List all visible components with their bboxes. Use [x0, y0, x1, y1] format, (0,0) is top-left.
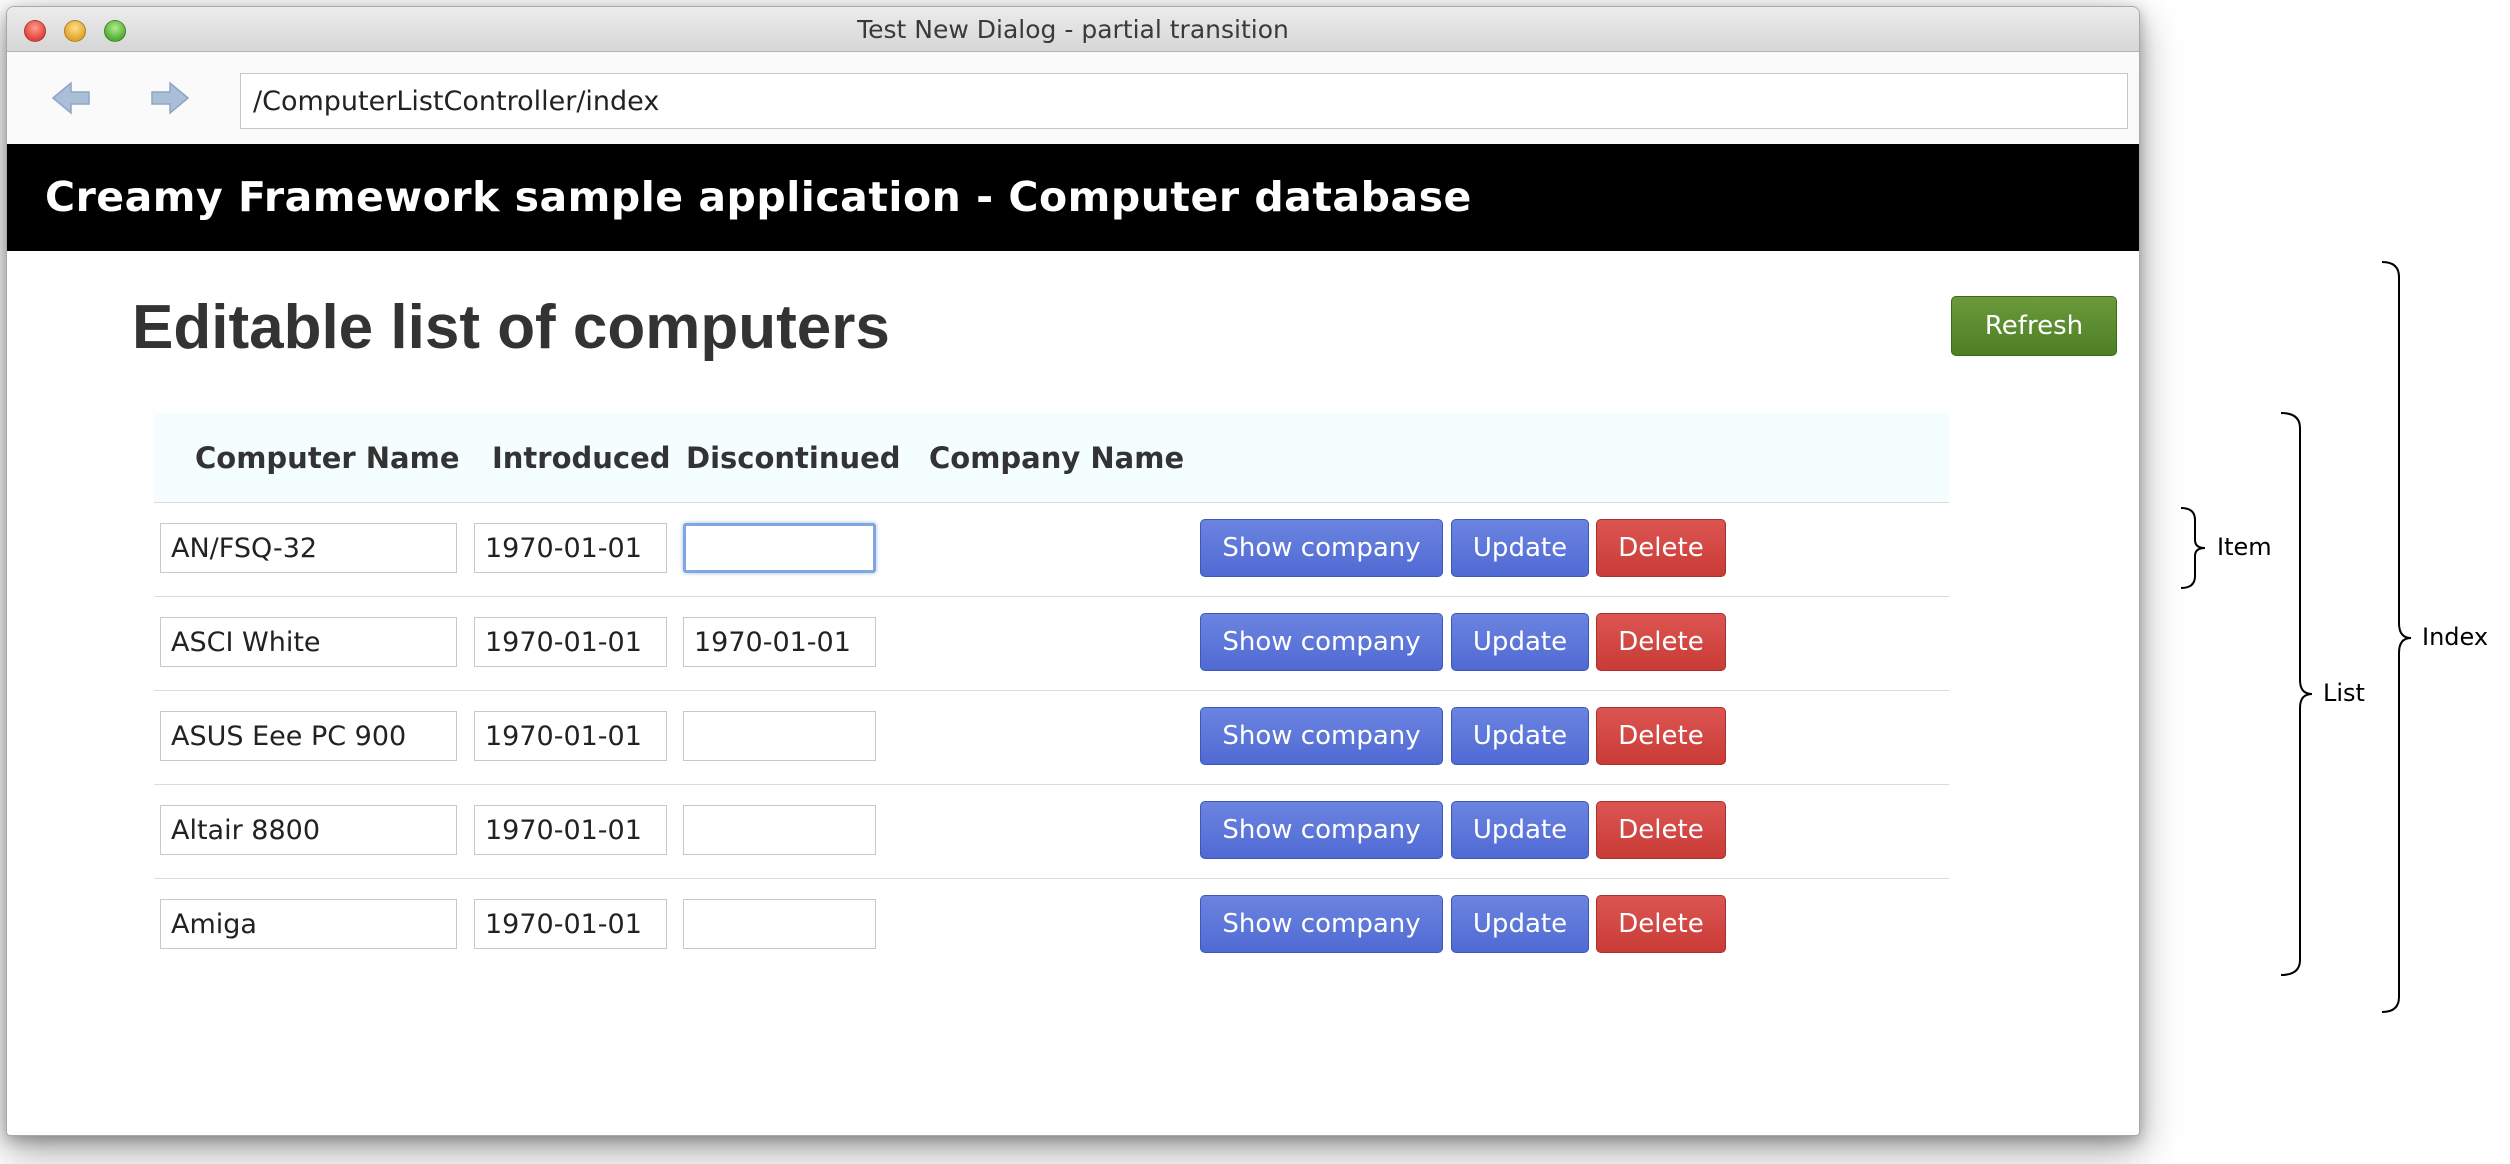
computer-name-input[interactable] — [160, 899, 457, 949]
refresh-button[interactable]: Refresh — [1951, 296, 2117, 356]
item-annotation-label: Item — [2217, 533, 2272, 561]
show-company-button[interactable]: Show company — [1200, 801, 1443, 859]
table-row: Show company Update Delete — [154, 785, 1949, 879]
show-company-button[interactable]: Show company — [1200, 707, 1443, 765]
delete-button[interactable]: Delete — [1596, 801, 1726, 859]
table-row: Show company Update Delete — [154, 597, 1949, 691]
delete-button[interactable]: Delete — [1596, 519, 1726, 577]
introduced-input[interactable] — [474, 711, 667, 761]
title-bar: Test New Dialog - partial transition — [7, 7, 2139, 52]
computer-name-input[interactable] — [160, 523, 457, 573]
discontinued-input[interactable] — [683, 711, 876, 761]
computer-name-input[interactable] — [160, 711, 457, 761]
column-header-introduced: Introduced — [492, 441, 671, 475]
show-company-button[interactable]: Show company — [1200, 519, 1443, 577]
table-row: Show company Update Delete — [154, 691, 1949, 785]
item-bracket — [2180, 507, 2206, 589]
page-title: Editable list of computers — [132, 293, 890, 362]
introduced-input[interactable] — [474, 805, 667, 855]
app-header-title: Creamy Framework sample application - Co… — [45, 173, 1472, 221]
introduced-input[interactable] — [474, 617, 667, 667]
discontinued-input[interactable] — [683, 805, 876, 855]
discontinued-input[interactable] — [683, 899, 876, 949]
show-company-button[interactable]: Show company — [1200, 613, 1443, 671]
discontinued-input[interactable] — [683, 617, 876, 667]
update-button[interactable]: Update — [1451, 801, 1589, 859]
table-row: Show company Update Delete — [154, 879, 1949, 973]
back-arrow-icon[interactable] — [51, 81, 91, 115]
url-input[interactable] — [240, 73, 2128, 129]
app-header: Creamy Framework sample application - Co… — [7, 144, 2139, 251]
delete-button[interactable]: Delete — [1596, 613, 1726, 671]
delete-button[interactable]: Delete — [1596, 707, 1726, 765]
window-title: Test New Dialog - partial transition — [857, 15, 1289, 44]
update-button[interactable]: Update — [1451, 519, 1589, 577]
app-window: Test New Dialog - partial transition Cre… — [6, 6, 2140, 1136]
index-annotation-label: Index — [2422, 623, 2489, 651]
forward-arrow-icon[interactable] — [150, 81, 190, 115]
list-bracket — [2280, 412, 2313, 976]
structure-annotations: Item List Index — [2150, 250, 2510, 1030]
delete-button[interactable]: Delete — [1596, 895, 1726, 953]
update-button[interactable]: Update — [1451, 613, 1589, 671]
computer-name-input[interactable] — [160, 805, 457, 855]
index-bracket — [2381, 261, 2412, 1013]
column-header-discontinued: Discontinued — [686, 441, 901, 475]
introduced-input[interactable] — [474, 899, 667, 949]
table-header: Computer Name Introduced Discontinued Co… — [154, 413, 1949, 503]
discontinued-input[interactable] — [683, 523, 876, 573]
show-company-button[interactable]: Show company — [1200, 895, 1443, 953]
navigation-bar — [7, 52, 2139, 144]
update-button[interactable]: Update — [1451, 707, 1589, 765]
list-annotation-label: List — [2323, 679, 2365, 707]
column-header-company-name: Company Name — [929, 441, 1185, 475]
update-button[interactable]: Update — [1451, 895, 1589, 953]
column-header-computer-name: Computer Name — [195, 441, 460, 475]
computer-name-input[interactable] — [160, 617, 457, 667]
introduced-input[interactable] — [474, 523, 667, 573]
table-row: Show company Update Delete — [154, 503, 1949, 597]
